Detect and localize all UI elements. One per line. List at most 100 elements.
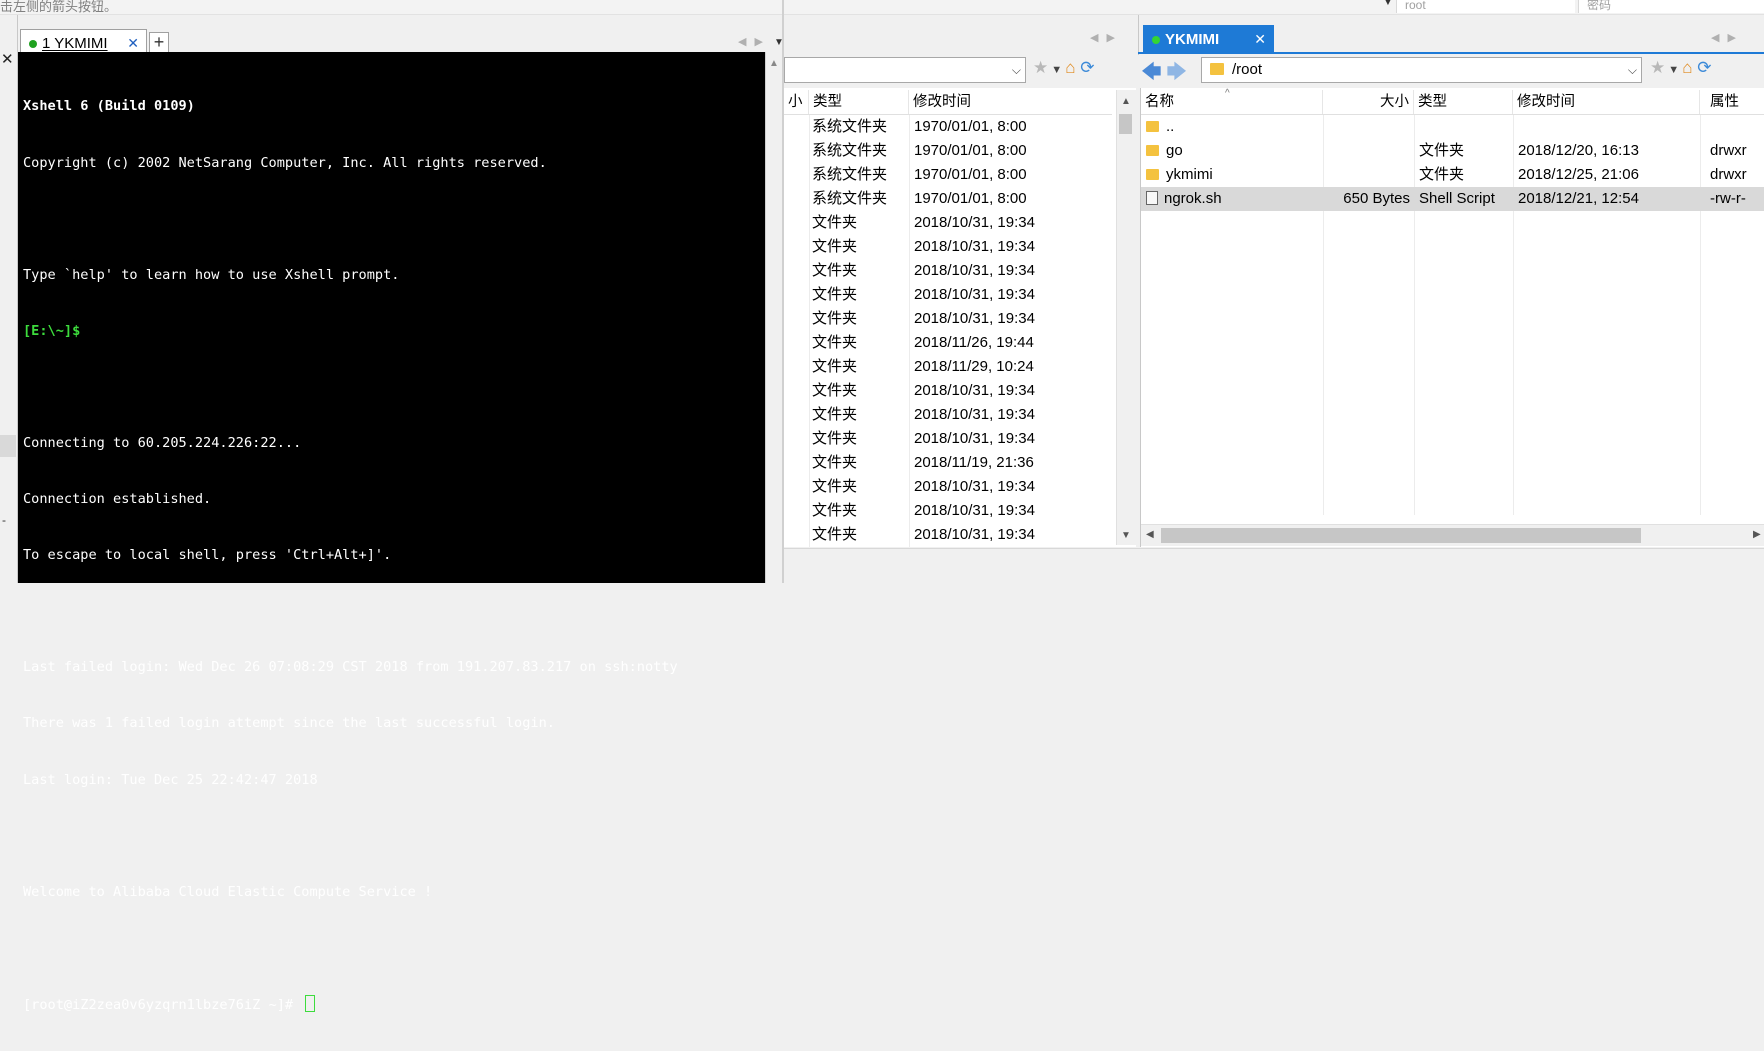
file-name: .. [1166,118,1175,135]
back-arrow-icon[interactable]: 🡄 [1141,61,1162,83]
terminal-line: Last failed login: Wed Dec 26 07:08:29 C… [23,659,678,676]
home-icon[interactable]: ⌂ [1065,58,1075,77]
scroll-thumb[interactable] [1119,114,1132,134]
bottom-bar [784,548,1764,584]
list-item[interactable]: 文件夹 2018/10/31, 19:34 [784,379,1112,403]
scroll-thumb[interactable] [1161,528,1641,543]
cell-type: 文件夹 [812,334,858,351]
chevron-down-icon[interactable]: ⌵ [1628,58,1637,82]
bookmark-star-icon[interactable]: ★ [1033,58,1048,77]
list-item[interactable]: 文件夹 2018/10/31, 19:34 [784,475,1112,499]
new-tab-button[interactable]: + [149,32,169,54]
column-header-type[interactable]: 类型 [809,90,909,114]
terminal-console[interactable]: Xshell 6 (Build 0109) Copyright (c) 2002… [18,52,765,1013]
list-item[interactable]: 文件夹 2018/10/31, 19:34 [784,403,1112,427]
cell-type: 文件夹 [812,214,858,231]
table-row[interactable]: ykmimi 文件夹 2018/12/25, 21:06 drwxr [1141,163,1764,187]
refresh-icon[interactable]: ⟳ [1697,58,1711,77]
list-item[interactable]: 文件夹 2018/10/31, 19:34 [784,307,1112,331]
tab-scroll-arrows-icon[interactable]: ◀▶ [738,35,771,48]
remote-path-input[interactable]: /root ⌵ [1201,57,1642,83]
folder-icon [1146,120,1159,132]
password-field[interactable]: 密码 [1578,0,1764,13]
connected-status-icon [1152,35,1160,44]
table-row[interactable]: go 文件夹 2018/12/20, 16:13 drwxr [1141,139,1764,163]
folder-icon [1210,63,1224,75]
terminal-line: Copyright (c) 2002 NetSarang Computer, I… [23,154,547,171]
list-item[interactable]: 文件夹 2018/10/31, 19:34 [784,523,1112,547]
list-item[interactable]: 系统文件夹 1970/01/01, 8:00 [784,163,1112,187]
list-item[interactable]: 文件夹 2018/11/29, 10:24 [784,355,1112,379]
remote-file-list[interactable]: 名称 大小 类型 修改时间 属性 ^ .. go 文件夹 2018/12/20,… [1140,88,1764,547]
cell-type: 文件夹 [1419,166,1465,183]
list-item[interactable]: 文件夹 2018/11/19, 21:36 [784,451,1112,475]
cell-modified: 2018/10/31, 19:34 [914,406,1035,423]
local-vertical-scrollbar[interactable]: ▲ ▼ [1116,90,1136,545]
terminal-prompt-line[interactable]: [root@iZ2zea0v6yzqrn1lbze76iZ ~]# [23,994,678,1014]
column-header-size[interactable]: 大小 [1323,90,1414,114]
table-row[interactable]: ngrok.sh 650 Bytes Shell Script 2018/12/… [1141,187,1764,211]
remote-horizontal-scrollbar[interactable]: ◀ ▶ [1141,524,1764,546]
connected-status-icon [29,39,37,48]
cell-name: .. [1146,115,1174,139]
tab-remote-ykmimi[interactable]: YKMIMI ✕ [1143,25,1274,53]
dropdown-arrow-icon[interactable]: ▼ [1383,0,1393,8]
scroll-up-icon[interactable]: ▲ [769,58,779,69]
tab-scroll-arrows-icon[interactable]: ◀▶ [1711,31,1744,44]
list-item[interactable]: 文件夹 2018/10/31, 19:34 [784,283,1112,307]
local-path-input[interactable]: ⌵ [784,57,1026,83]
left-side-strip: ✕ - [0,15,18,583]
folder-icon [1146,168,1159,180]
table-row[interactable]: .. [1141,115,1764,139]
cell-type: 文件夹 [812,406,858,423]
username-field[interactable]: root [1396,0,1575,13]
cell-modified: 2018/10/31, 19:34 [914,478,1035,495]
cell-name: ykmimi [1146,163,1213,187]
list-item[interactable]: 系统文件夹 1970/01/01, 8:00 [784,139,1112,163]
column-header-type[interactable]: 类型 [1414,90,1513,114]
scroll-up-icon[interactable]: ▲ [1121,96,1131,107]
scroll-down-icon[interactable]: ▼ [1121,530,1131,541]
cell-type: 系统文件夹 [812,142,888,159]
remote-toolbar: ★ ▼ ⌂ ⟳ [1650,58,1712,78]
terminal-line: Connecting to 60.205.224.226:22... [23,434,302,451]
bookmark-star-icon[interactable]: ★ [1650,58,1665,77]
local-file-list[interactable]: 小 类型 修改时间 系统文件夹 1970/01/01, 8:00 系统文件夹 197… [784,88,1136,547]
home-icon[interactable]: ⌂ [1682,58,1692,77]
scroll-right-icon[interactable]: ▶ [1753,529,1761,540]
chevron-down-icon[interactable]: ⌵ [1012,58,1021,82]
list-item[interactable]: 文件夹 2018/10/31, 19:34 [784,499,1112,523]
close-icon[interactable]: ✕ [1254,26,1266,53]
dropdown-arrow-icon[interactable]: ▼ [1665,64,1682,76]
list-item[interactable]: 文件夹 2018/10/31, 19:34 [784,259,1112,283]
terminal-scrollbar[interactable]: ▲ [765,52,783,583]
column-header-attr[interactable]: 属性 [1700,90,1764,114]
session-tabbar: 1 YKMIMI ✕ + ◀▶ ▼ [18,23,784,57]
selected-item[interactable] [0,435,16,457]
list-item[interactable]: 系统文件夹 1970/01/01, 8:00 [784,187,1112,211]
cell-modified: 1970/01/01, 8:00 [914,118,1027,135]
list-item[interactable]: 文件夹 2018/10/31, 19:34 [784,211,1112,235]
column-header-name[interactable]: 名称 [1141,90,1323,114]
column-header-modified[interactable]: 修改时间 [909,90,1112,114]
list-item[interactable]: 文件夹 2018/10/31, 19:34 [784,427,1112,451]
list-item[interactable]: 文件夹 2018/10/31, 19:34 [784,235,1112,259]
scroll-left-icon[interactable]: ◀ [1146,529,1154,540]
column-header-modified[interactable]: 修改时间 [1513,90,1700,114]
remote-nav-buttons: 🡄 🡆 [1141,57,1187,91]
column-header-size[interactable]: 小 [784,90,809,114]
refresh-icon[interactable]: ⟳ [1080,58,1094,77]
tab-scroll-arrows-icon[interactable]: ◀▶ [1090,31,1123,44]
cell-type: Shell Script [1419,190,1495,207]
terminal-line: Xshell 6 (Build 0109) [23,98,195,115]
list-item[interactable]: 文件夹 2018/11/26, 19:44 [784,331,1112,355]
cell-type: 系统文件夹 [812,166,888,183]
cell-type: 文件夹 [812,430,858,447]
close-icon[interactable]: ✕ [1,50,14,68]
dropdown-arrow-icon[interactable]: ▼ [1048,64,1065,76]
list-item[interactable]: 系统文件夹 1970/01/01, 8:00 [784,115,1112,139]
forward-arrow-icon[interactable]: 🡆 [1166,61,1187,83]
cell-modified: 2018/10/31, 19:34 [914,430,1035,447]
terminal-cursor [305,994,316,1012]
